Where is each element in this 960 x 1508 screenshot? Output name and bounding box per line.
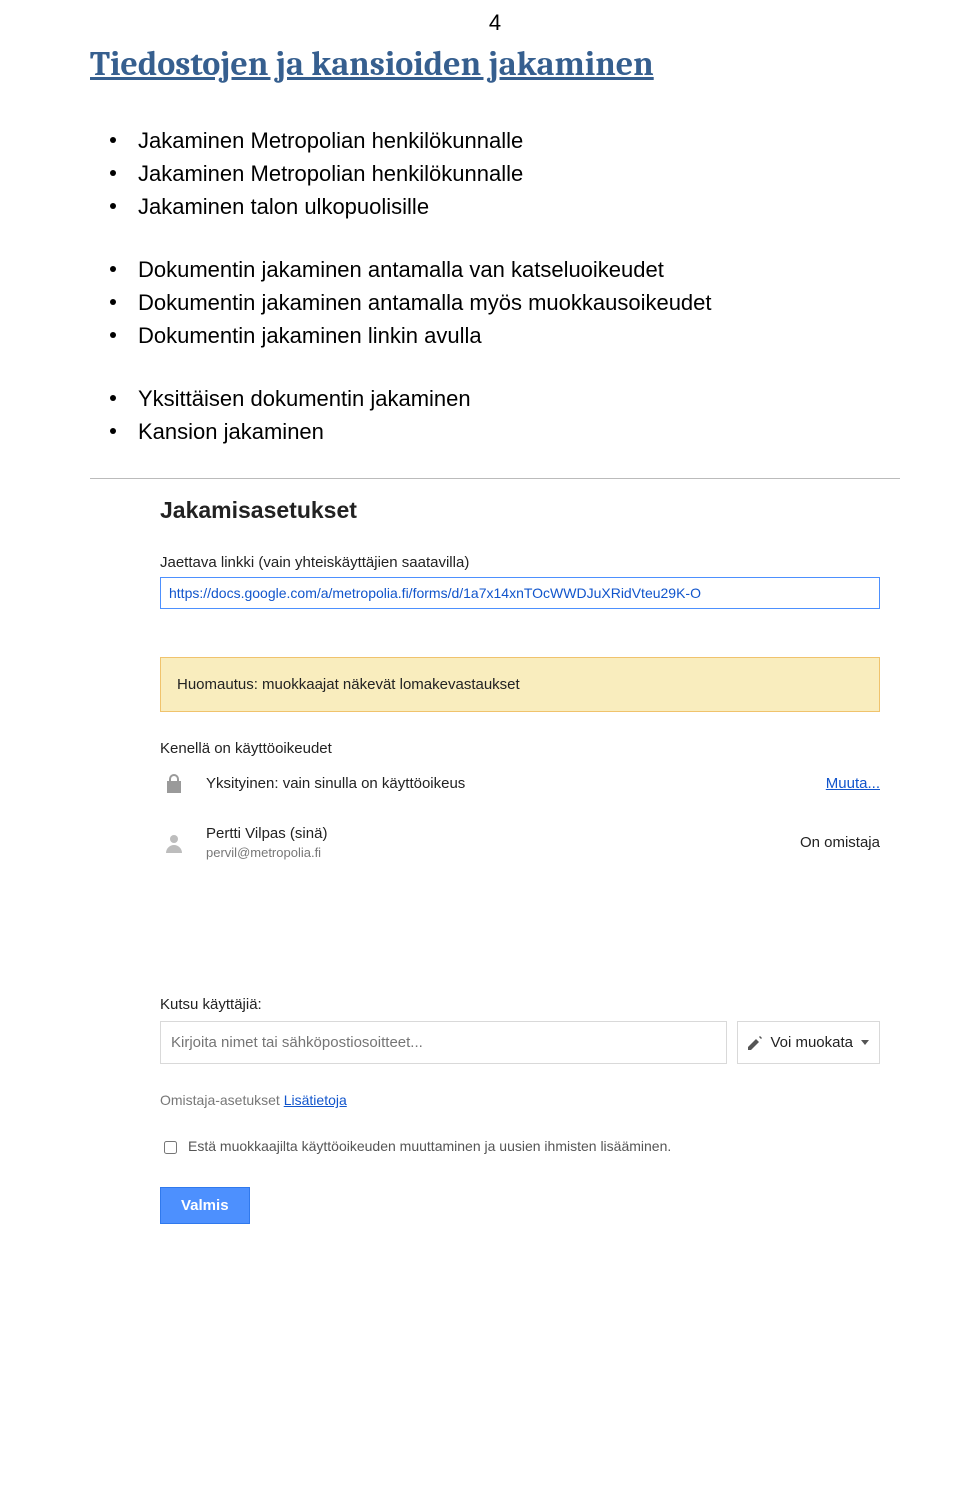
invite-label: Kutsu käyttäjiä:: [160, 996, 880, 1013]
restrict-editors-label: Estä muokkaajilta käyttöoikeuden muuttam…: [188, 1138, 671, 1154]
more-info-link[interactable]: Lisätietoja: [284, 1092, 347, 1108]
invite-input[interactable]: [160, 1021, 727, 1064]
page-title: Tiedostojen ja kansioiden jakaminen: [90, 44, 900, 84]
list-item-text: Dokumentin jakaminen antamalla myös muok…: [138, 286, 712, 319]
list-item-text: Jakaminen Metropolian henkilökunnalle: [138, 124, 523, 157]
bullet-dot-icon: [110, 170, 116, 176]
restrict-editors-checkbox[interactable]: [164, 1141, 177, 1154]
private-text: Yksityinen: vain sinulla on käyttöoikeus: [206, 775, 826, 792]
list-item-text: Dokumentin jakaminen linkin avulla: [138, 319, 482, 352]
page-number: 4: [90, 10, 900, 36]
access-section-label: Kenellä on käyttöoikeudet: [160, 740, 880, 757]
list-item: Kansion jakaminen: [110, 415, 900, 448]
list-item: Dokumentin jakaminen linkin avulla: [110, 319, 900, 352]
permission-dropdown-label: Voi muokata: [770, 1034, 853, 1051]
list-item: Jakaminen Metropolian henkilökunnalle: [110, 157, 900, 190]
divider: [90, 478, 900, 479]
notice-box: Huomautus: muokkaajat näkevät lomakevast…: [160, 657, 880, 712]
bullet-group-3: Yksittäisen dokumentin jakaminen Kansion…: [110, 382, 900, 448]
bullet-dot-icon: [110, 266, 116, 272]
restrict-editors-checkbox-row[interactable]: Estä muokkaajilta käyttöoikeuden muuttam…: [160, 1138, 880, 1157]
owner-settings-prefix: Omistaja-asetukset: [160, 1092, 284, 1108]
chevron-down-icon: [861, 1040, 869, 1045]
list-item-text: Yksittäisen dokumentin jakaminen: [138, 382, 471, 415]
person-icon: [160, 833, 188, 853]
share-link-input[interactable]: [160, 577, 880, 609]
change-link[interactable]: Muuta...: [826, 775, 880, 792]
dialog-title: Jakamisasetukset: [160, 497, 880, 524]
bullet-dot-icon: [110, 137, 116, 143]
list-item: Yksittäisen dokumentin jakaminen: [110, 382, 900, 415]
permission-dropdown[interactable]: Voi muokata: [737, 1021, 880, 1064]
share-dialog: Jakamisasetukset Jaettava linkki (vain y…: [160, 497, 880, 1224]
list-item-text: Dokumentin jakaminen antamalla van katse…: [138, 253, 664, 286]
bullet-dot-icon: [110, 203, 116, 209]
permission-row-private: Yksityinen: vain sinulla on käyttöoikeus…: [160, 757, 880, 809]
list-item-text: Jakaminen Metropolian henkilökunnalle: [138, 157, 523, 190]
bullet-dot-icon: [110, 299, 116, 305]
lock-icon: [160, 773, 188, 793]
list-item: Jakaminen Metropolian henkilökunnalle: [110, 124, 900, 157]
list-item: Jakaminen talon ulkopuolisille: [110, 190, 900, 223]
bullet-group-2: Dokumentin jakaminen antamalla van katse…: [110, 253, 900, 352]
list-item-text: Kansion jakaminen: [138, 415, 324, 448]
owner-name: Pertti Vilpas (sinä): [206, 825, 800, 842]
list-item-text: Jakaminen talon ulkopuolisille: [138, 190, 429, 223]
pencil-icon: [748, 1036, 762, 1050]
list-item: Dokumentin jakaminen antamalla van katse…: [110, 253, 900, 286]
done-button[interactable]: Valmis: [160, 1187, 250, 1224]
bullet-group-1: Jakaminen Metropolian henkilökunnalle Ja…: [110, 124, 900, 223]
list-item: Dokumentin jakaminen antamalla myös muok…: [110, 286, 900, 319]
bullet-dot-icon: [110, 395, 116, 401]
permission-row-owner: Pertti Vilpas (sinä) pervil@metropolia.f…: [160, 809, 880, 876]
bullet-dot-icon: [110, 332, 116, 338]
owner-role: On omistaja: [800, 834, 880, 851]
owner-email: pervil@metropolia.fi: [206, 845, 800, 860]
owner-settings-line: Omistaja-asetukset Lisätietoja: [160, 1092, 880, 1108]
share-link-label: Jaettava linkki (vain yhteiskäyttäjien s…: [160, 554, 880, 571]
bullet-dot-icon: [110, 428, 116, 434]
